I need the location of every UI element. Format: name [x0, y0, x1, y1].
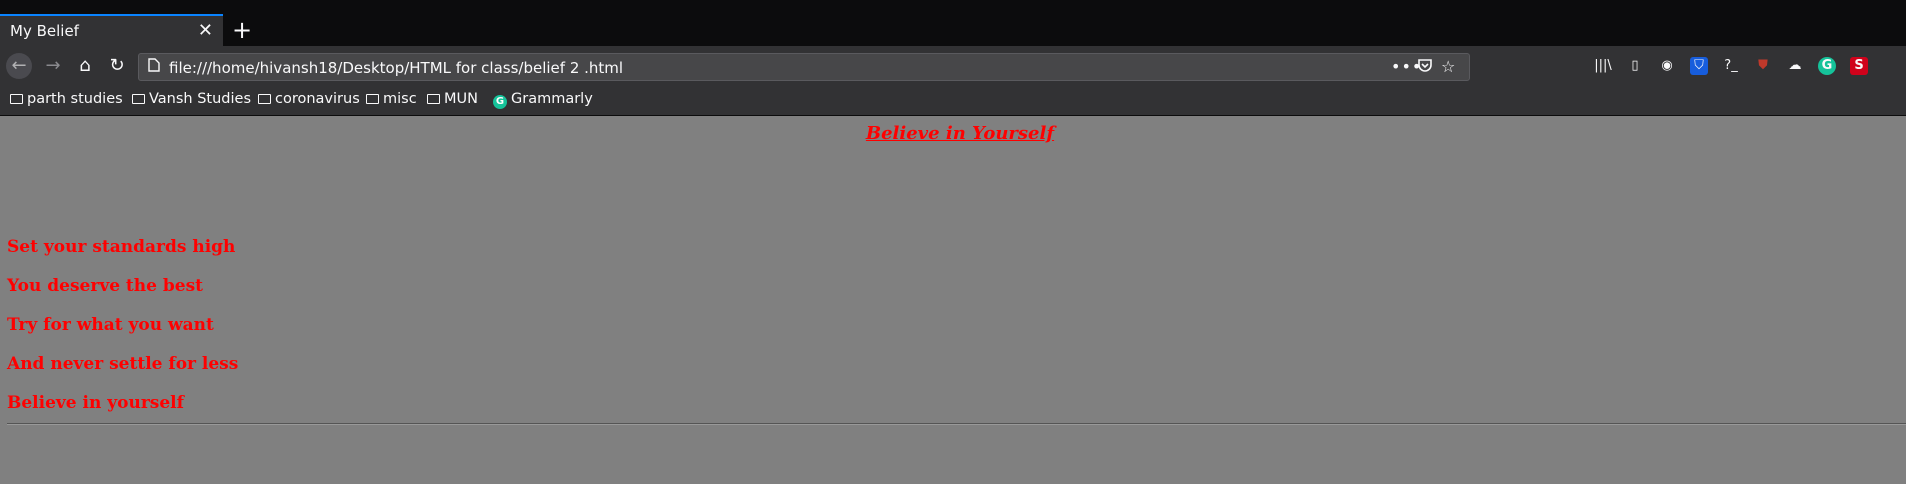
belief-line: Believe in yourself [7, 393, 184, 413]
close-tab-icon[interactable]: ✕ [198, 20, 213, 41]
horizontal-rule [7, 423, 1906, 425]
url-text[interactable]: file:///home/hivansh18/Desktop/HTML for … [169, 59, 623, 77]
pocket-icon[interactable] [1417, 57, 1433, 77]
new-tab-icon[interactable]: + [232, 16, 252, 44]
bookmarks-toolbar: parth studies Vansh Studies coronavirus … [0, 86, 1906, 116]
belief-line: And never settle for less [7, 354, 239, 374]
bookmark-grammarly[interactable]: G Grammarly [493, 91, 593, 109]
sidebar-icon[interactable]: ▯ [1626, 57, 1644, 75]
extension-icon[interactable]: ☁ [1786, 57, 1804, 75]
bookmark-label: MUN [444, 91, 478, 107]
page-icon [148, 58, 160, 76]
bookmark-misc[interactable]: misc [366, 91, 417, 107]
belief-line: Set your standards high [7, 237, 236, 257]
forward-arrow-icon[interactable]: → [40, 53, 66, 79]
belief-line: You deserve the best [7, 276, 204, 296]
window-titlebar [0, 0, 1906, 14]
bookmark-label: Vansh Studies [149, 91, 252, 107]
bookmark-label: parth studies [27, 91, 123, 107]
terminal-icon[interactable]: ?_ [1722, 57, 1740, 75]
reload-icon[interactable]: ↻ [104, 53, 130, 79]
library-icon[interactable]: |||\ [1594, 57, 1612, 75]
belief-line: Try for what you want [7, 315, 214, 335]
folder-icon [132, 94, 145, 104]
tab-title: My Belief [10, 22, 79, 40]
bookmark-label: coronavirus [275, 91, 360, 107]
folder-icon [258, 94, 271, 104]
extension-s-icon[interactable]: S [1850, 57, 1868, 75]
bitwarden-icon[interactable]: ⛉ [1690, 57, 1708, 75]
bookmark-vansh-studies[interactable]: Vansh Studies [132, 91, 251, 107]
account-icon[interactable]: ◉ [1658, 57, 1676, 75]
folder-icon [366, 94, 379, 104]
back-arrow-icon[interactable]: ← [6, 53, 32, 79]
bookmark-label: misc [383, 91, 417, 107]
navigation-toolbar: ← → ⌂ ↻ file:///home/hivansh18/Desktop/H… [0, 46, 1906, 86]
bookmark-mun[interactable]: MUN [427, 91, 478, 107]
tab-my-belief[interactable]: My Belief ✕ [0, 14, 223, 46]
tab-bar: My Belief ✕ + [0, 14, 1906, 46]
grammarly-icon[interactable]: G [1818, 57, 1836, 75]
bookmark-parth-studies[interactable]: parth studies [10, 91, 123, 107]
folder-icon [10, 94, 23, 104]
bookmark-star-icon[interactable]: ☆ [1441, 57, 1455, 76]
page-content: Believe in Yourself Set your standards h… [0, 116, 1906, 484]
grammarly-icon: G [493, 95, 507, 109]
folder-icon [427, 94, 440, 104]
address-bar[interactable]: file:///home/hivansh18/Desktop/HTML for … [138, 53, 1470, 81]
bookmark-label: Grammarly [511, 91, 593, 107]
ublock-icon[interactable]: ⛊ [1754, 57, 1772, 75]
page-heading: Believe in Yourself [865, 123, 1055, 144]
home-icon[interactable]: ⌂ [72, 53, 98, 79]
bookmark-coronavirus[interactable]: coronavirus [258, 91, 360, 107]
